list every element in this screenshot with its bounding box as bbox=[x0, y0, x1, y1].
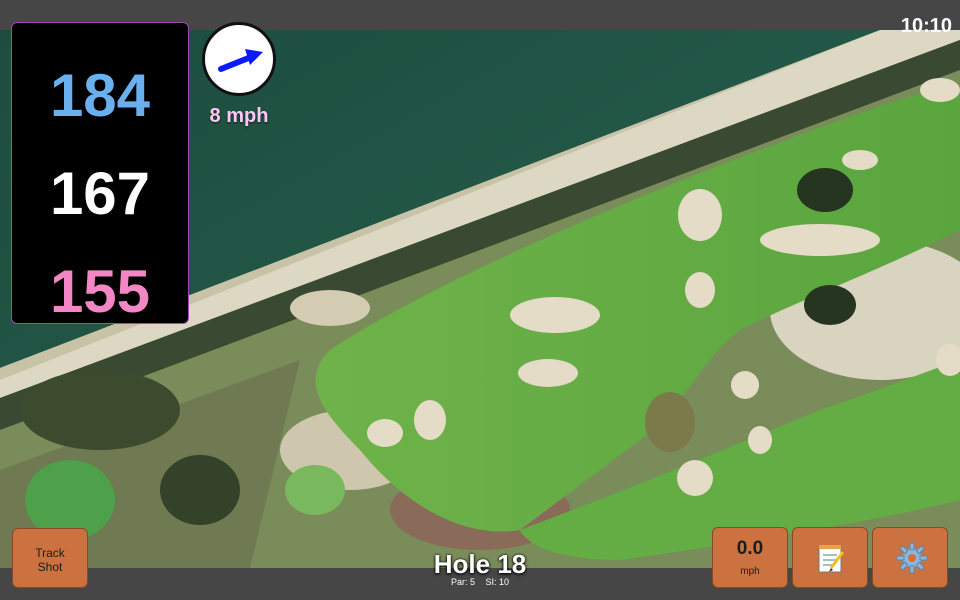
track-shot-button[interactable]: Track Shot bbox=[12, 528, 88, 588]
back-of-green-distance: 184 bbox=[49, 62, 151, 129]
distance-panel: 184 167 155 bbox=[11, 22, 189, 325]
track-shot-label-line2: Shot bbox=[37, 560, 63, 574]
wind-speed: 8 mph bbox=[209, 105, 269, 127]
track-shot-label-line1: Track bbox=[35, 546, 65, 560]
clock-time: 10:10 bbox=[900, 15, 952, 37]
hole-title: Hole 18 bbox=[433, 549, 527, 579]
hole-par: Par: 5 bbox=[450, 577, 475, 587]
speed-value: 0.0 bbox=[736, 538, 764, 559]
notepad-icon bbox=[818, 545, 845, 573]
hole-info: Par: 5 SI: 10 bbox=[380, 577, 580, 587]
wind-direction-arrow-icon bbox=[218, 49, 263, 72]
wind-compass bbox=[202, 22, 276, 96]
gear-icon bbox=[896, 542, 928, 574]
center-of-green-distance: 167 bbox=[49, 160, 151, 227]
speed-unit: mph bbox=[740, 566, 760, 577]
hole-stroke-index: SI: 10 bbox=[485, 577, 510, 587]
notes-button[interactable] bbox=[792, 527, 868, 588]
settings-button[interactable] bbox=[872, 527, 948, 588]
front-of-green-distance: 155 bbox=[49, 258, 151, 325]
speed-button[interactable]: 0.0 mph bbox=[712, 527, 788, 588]
